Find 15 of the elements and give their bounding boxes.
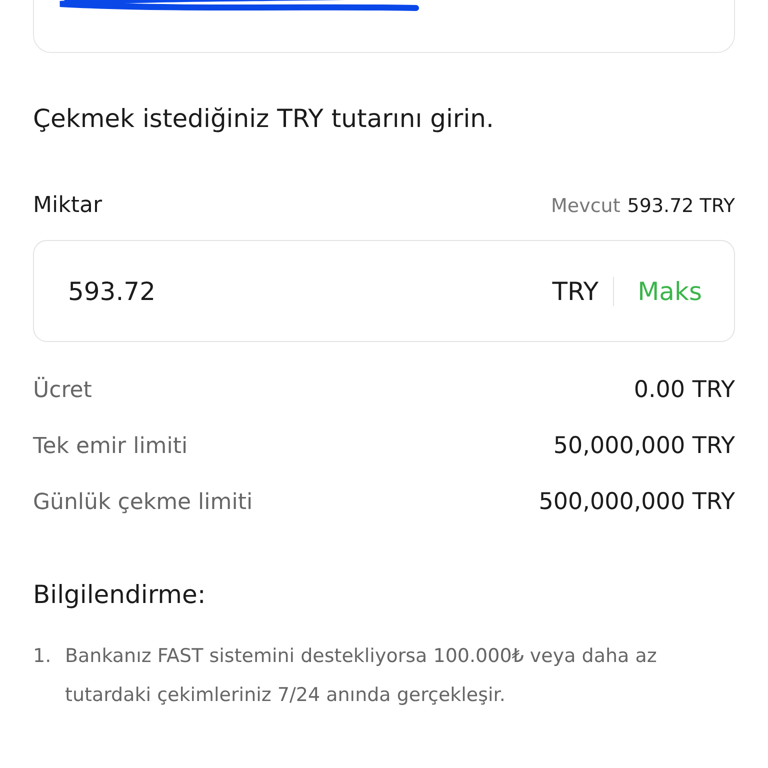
available-label: Mevcut <box>551 194 620 216</box>
detail-value: 500,000,000 TRY <box>538 489 735 515</box>
amount-label: Miktar <box>33 193 102 218</box>
detail-label: Günlük çekme limiti <box>33 490 253 514</box>
info-title: Bilgilendirme: <box>33 580 207 609</box>
list-number: 1. <box>33 644 51 669</box>
currency-label: TRY <box>552 276 614 306</box>
amount-field[interactable]: 593.72 TRY Maks <box>33 240 735 342</box>
detail-value: 0.00 TRY <box>634 377 735 403</box>
heading: Çekmek istediğiniz TRY tutarını girin. <box>33 103 495 135</box>
available-value: 593.72 TRY <box>627 194 735 216</box>
detail-label: Tek emir limiti <box>33 434 188 458</box>
info-text: Bankanız FAST sistemini destekliyorsa 100.000₺ veya daha az tutardaki çekimleriniz 7/24 anında gerçekleşir. <box>65 644 658 708</box>
detail-label: Ücret <box>33 378 92 402</box>
detail-value: 50,000,000 TRY <box>553 433 735 459</box>
